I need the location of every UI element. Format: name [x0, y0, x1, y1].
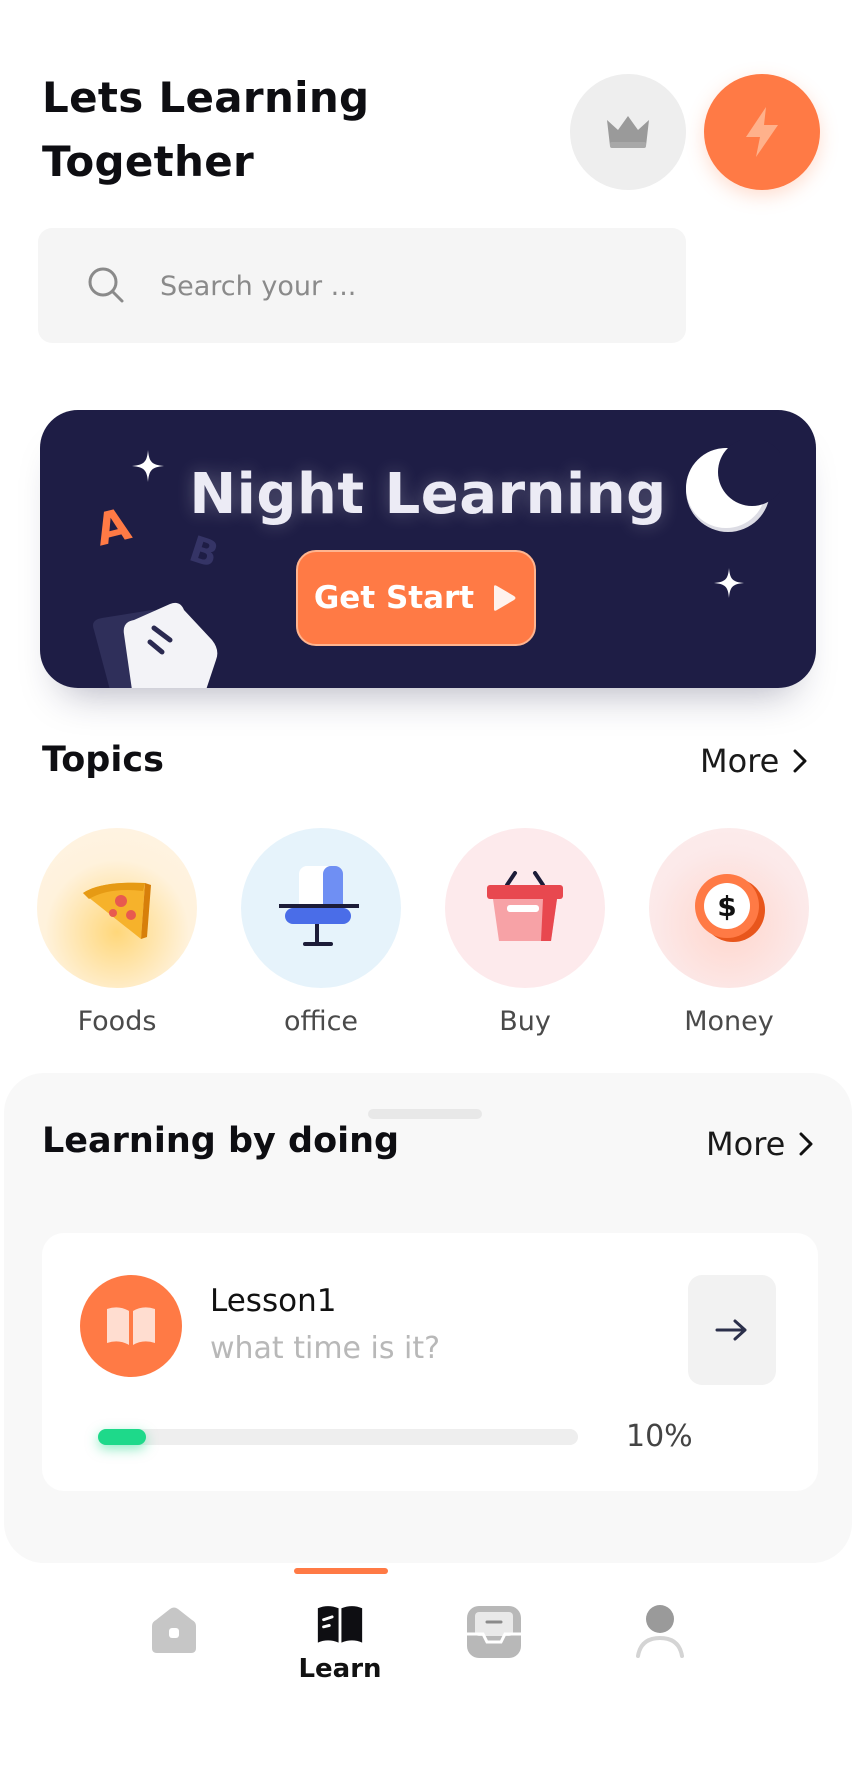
nav-item-learn[interactable]: Learn	[290, 1604, 390, 1684]
topic-buy-circle	[445, 828, 605, 988]
mascot-illustration	[93, 602, 218, 688]
streak-button[interactable]	[704, 74, 820, 190]
get-start-button[interactable]: Get Start	[296, 550, 536, 646]
open-book-icon	[107, 1307, 155, 1345]
topics-title: Topics	[42, 740, 164, 780]
topics-more-link[interactable]: More	[700, 742, 809, 780]
home-icon	[152, 1607, 196, 1653]
nav-item-home[interactable]	[124, 1604, 224, 1684]
topic-money[interactable]: $ Money	[644, 828, 814, 1037]
nav-item-profile[interactable]	[610, 1604, 710, 1684]
topic-label: Foods	[77, 1006, 157, 1037]
page-title-line-1: Lets Learning	[42, 73, 370, 122]
lightning-icon	[746, 107, 778, 157]
topic-office-circle	[241, 828, 401, 988]
crown-icon	[607, 116, 649, 148]
topic-label: office	[283, 1006, 359, 1037]
more-label: More	[706, 1125, 786, 1163]
drag-handle[interactable]	[368, 1109, 482, 1119]
topic-label: Buy	[499, 1006, 551, 1037]
topic-foods-circle	[37, 828, 197, 988]
arrow-right-icon	[715, 1319, 747, 1341]
office-chair-icon	[279, 866, 359, 946]
learning-panel: Learning by doing More Lesson1 what time…	[4, 1073, 852, 1563]
lesson-title: Lesson1	[210, 1283, 337, 1319]
lesson-open-button[interactable]	[688, 1275, 776, 1385]
night-learning-banner: A B Night Learning Get Start	[40, 410, 816, 688]
lesson-card[interactable]: Lesson1 what time is it? 10%	[42, 1233, 818, 1491]
more-label: More	[700, 742, 780, 780]
search-icon	[88, 267, 124, 303]
get-start-label: Get Start	[313, 580, 475, 616]
coin-icon: $	[695, 874, 765, 942]
sparkle-icon	[714, 568, 744, 598]
search-input[interactable]	[160, 258, 640, 314]
topic-buy[interactable]: Buy	[440, 828, 610, 1037]
inbox-icon	[467, 1606, 521, 1658]
play-icon	[494, 585, 516, 611]
lesson-avatar	[80, 1275, 182, 1377]
page-title: Lets Learning Together	[42, 66, 462, 194]
premium-button[interactable]	[570, 74, 686, 190]
nav-item-inbox[interactable]	[444, 1604, 544, 1684]
basket-icon	[487, 871, 563, 941]
book-icon	[317, 1606, 363, 1643]
search-bar	[38, 228, 686, 343]
learning-title: Learning by doing	[42, 1121, 400, 1161]
page-title-line-2: Together	[42, 137, 255, 186]
chevron-right-icon	[793, 749, 807, 773]
topic-label: Money	[684, 1006, 774, 1037]
pizza-icon	[83, 882, 151, 939]
lesson-subtitle: what time is it?	[210, 1331, 441, 1366]
topic-money-circle: $	[649, 828, 809, 988]
nav-active-indicator	[294, 1568, 388, 1574]
nav-item-label: Learn	[298, 1654, 382, 1684]
topic-foods[interactable]: Foods	[32, 828, 202, 1037]
lesson-progress-fill	[98, 1429, 146, 1445]
moon-icon	[686, 440, 780, 532]
topic-office[interactable]: office	[236, 828, 406, 1037]
learning-more-link[interactable]: More	[706, 1125, 815, 1163]
user-icon	[636, 1605, 684, 1658]
lesson-progress-bar	[98, 1429, 578, 1445]
svg-text:$: $	[717, 890, 736, 923]
chevron-right-icon	[799, 1132, 813, 1156]
lesson-progress-text: 10%	[626, 1419, 693, 1454]
